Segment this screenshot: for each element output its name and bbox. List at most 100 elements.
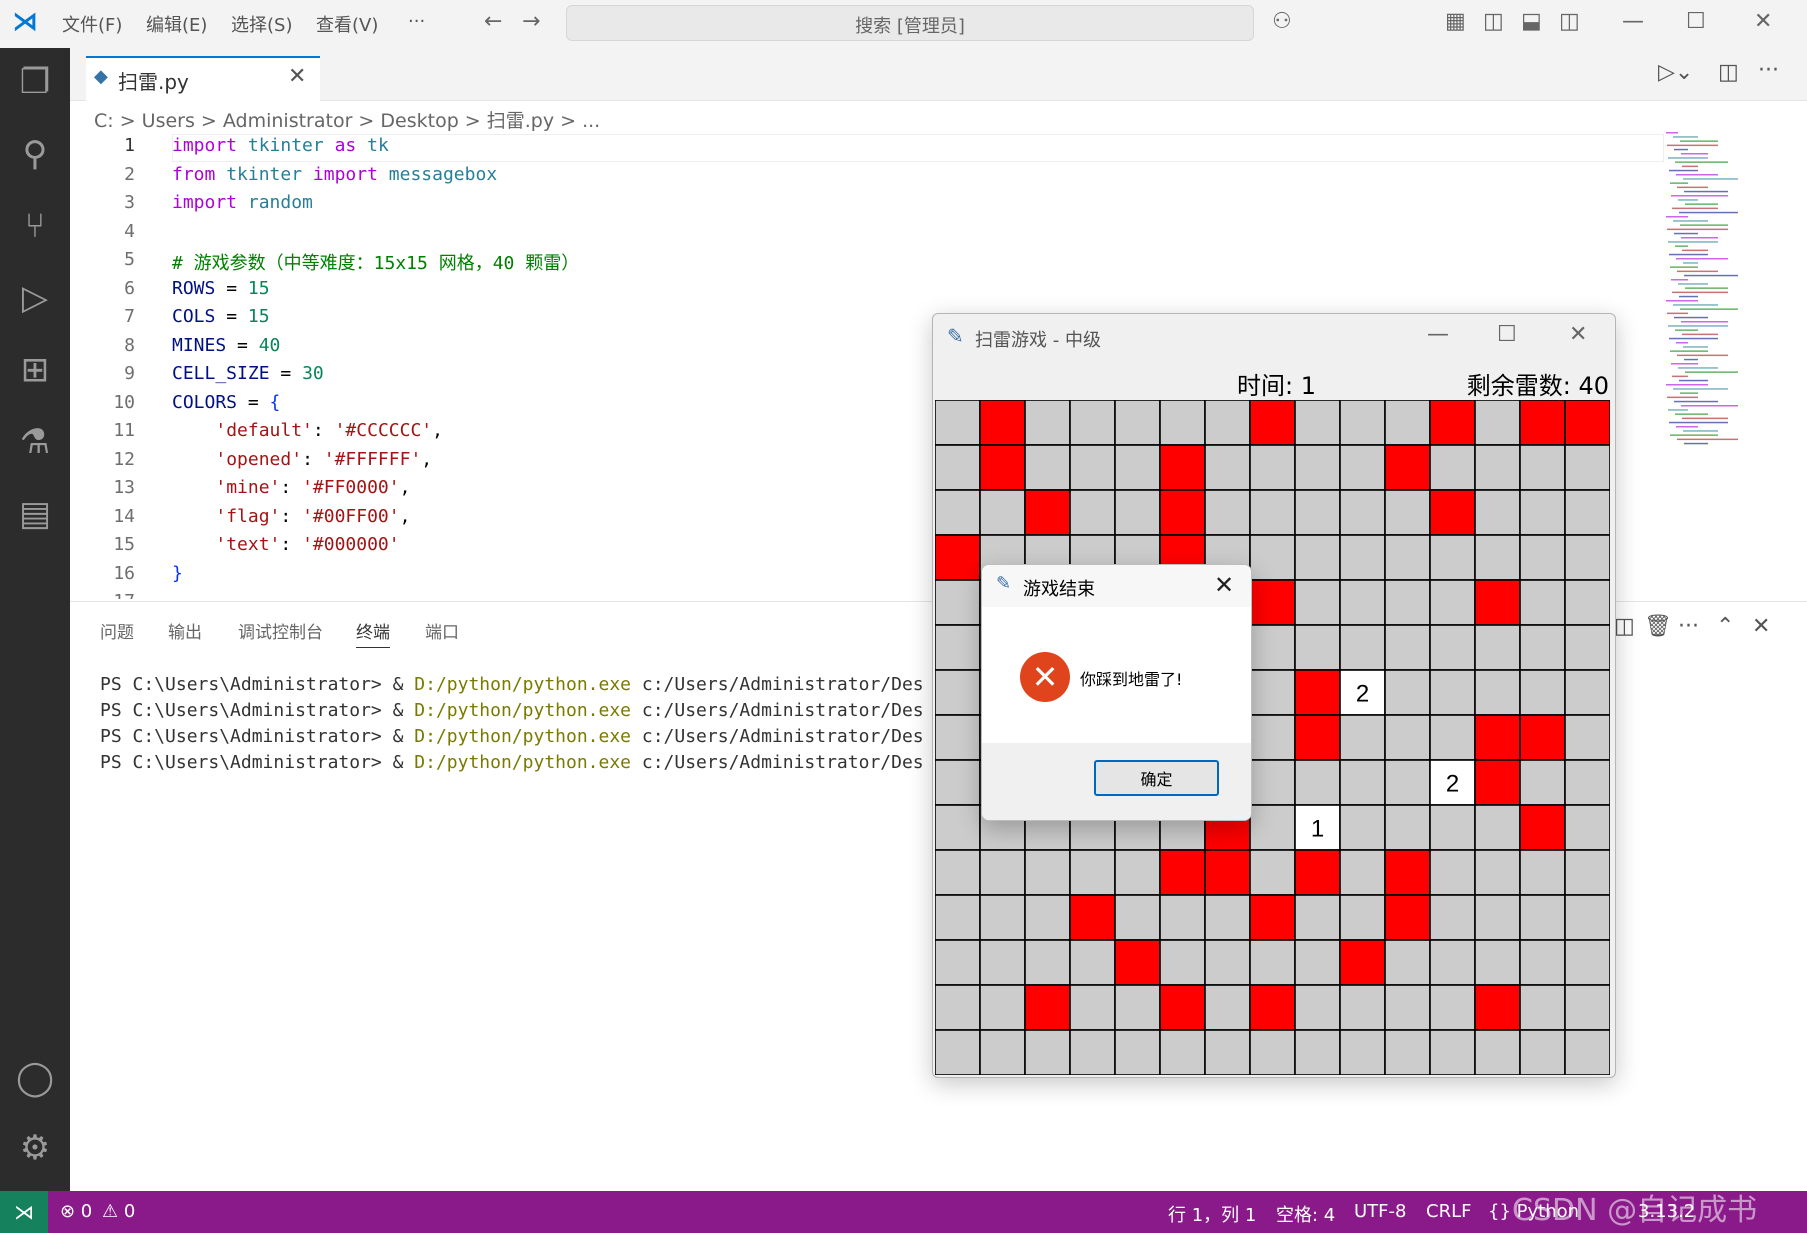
board-cell[interactable] bbox=[1294, 400, 1341, 446]
board-cell[interactable] bbox=[1159, 1029, 1206, 1075]
board-cell[interactable] bbox=[1564, 624, 1610, 671]
mine-cell[interactable] bbox=[1564, 400, 1610, 446]
board-cell[interactable] bbox=[1024, 939, 1071, 986]
mine-cell[interactable] bbox=[1339, 939, 1386, 986]
mine-cell[interactable] bbox=[1294, 849, 1341, 896]
mine-cell[interactable] bbox=[1249, 894, 1296, 941]
board-cell[interactable] bbox=[1249, 849, 1296, 896]
menu-file[interactable]: 文件(F) bbox=[62, 11, 122, 37]
more-actions-icon[interactable]: ··· bbox=[1758, 58, 1779, 83]
board-cell[interactable] bbox=[1564, 849, 1610, 896]
mine-cell[interactable] bbox=[1024, 489, 1071, 536]
board-cell[interactable] bbox=[1339, 534, 1386, 581]
board-cell[interactable] bbox=[1114, 1029, 1161, 1075]
board-cell[interactable] bbox=[1024, 1029, 1071, 1075]
back-arrow-icon[interactable]: ← bbox=[484, 9, 502, 34]
board-cell[interactable] bbox=[1249, 1029, 1296, 1075]
mine-cell[interactable] bbox=[1159, 444, 1206, 491]
mine-cell[interactable] bbox=[1474, 579, 1521, 626]
encoding[interactable]: UTF-8 bbox=[1354, 1201, 1406, 1222]
board-cell[interactable] bbox=[1204, 489, 1251, 536]
board-cell[interactable] bbox=[1204, 1029, 1251, 1075]
menu-selection[interactable]: 选择(S) bbox=[231, 11, 292, 37]
board-cell[interactable] bbox=[1564, 804, 1610, 851]
board-cell[interactable] bbox=[1384, 804, 1431, 851]
forward-arrow-icon[interactable]: → bbox=[522, 9, 540, 34]
board-cell[interactable] bbox=[1519, 669, 1566, 716]
board-cell[interactable] bbox=[1474, 624, 1521, 671]
mine-cell[interactable] bbox=[1069, 894, 1116, 941]
board-cell[interactable] bbox=[1429, 804, 1476, 851]
board-cell[interactable] bbox=[1339, 444, 1386, 491]
maximize-icon[interactable]: ☐ bbox=[1686, 9, 1706, 34]
ok-button[interactable]: 确定 bbox=[1094, 760, 1219, 796]
mine-cell[interactable] bbox=[1519, 400, 1566, 446]
mine-cell[interactable] bbox=[935, 534, 981, 581]
board-cell[interactable] bbox=[1384, 939, 1431, 986]
board-cell[interactable] bbox=[935, 400, 981, 446]
board-cell[interactable] bbox=[1564, 1029, 1610, 1075]
board-cell[interactable] bbox=[1339, 489, 1386, 536]
board-cell[interactable] bbox=[1564, 984, 1610, 1031]
board-cell[interactable] bbox=[1429, 939, 1476, 986]
board-cell[interactable] bbox=[1564, 534, 1610, 581]
board-cell[interactable] bbox=[979, 849, 1026, 896]
board-cell[interactable] bbox=[935, 849, 981, 896]
mine-cell[interactable] bbox=[1159, 984, 1206, 1031]
board-cell[interactable] bbox=[1294, 1029, 1341, 1075]
board-cell[interactable] bbox=[1384, 579, 1431, 626]
board-cell[interactable] bbox=[1384, 1029, 1431, 1075]
board-cell[interactable] bbox=[1204, 444, 1251, 491]
board-cell[interactable] bbox=[1429, 444, 1476, 491]
board-cell[interactable] bbox=[1474, 534, 1521, 581]
board-cell[interactable] bbox=[1564, 714, 1610, 761]
indentation[interactable]: 空格: 4 bbox=[1276, 1201, 1335, 1227]
mine-cell[interactable] bbox=[1474, 984, 1521, 1031]
board-cell[interactable] bbox=[1294, 534, 1341, 581]
board-cell[interactable] bbox=[1384, 489, 1431, 536]
board-cell[interactable] bbox=[1339, 804, 1386, 851]
board-cell[interactable] bbox=[1339, 400, 1386, 446]
board-cell[interactable] bbox=[935, 579, 981, 626]
mine-cell[interactable] bbox=[1519, 714, 1566, 761]
board-cell[interactable] bbox=[1069, 1029, 1116, 1075]
board-cell[interactable] bbox=[979, 894, 1026, 941]
board-cell[interactable] bbox=[979, 489, 1026, 536]
board-cell[interactable] bbox=[1249, 534, 1296, 581]
board-cell[interactable] bbox=[1159, 894, 1206, 941]
board-cell[interactable] bbox=[1069, 849, 1116, 896]
mine-cell[interactable] bbox=[1384, 849, 1431, 896]
board-cell[interactable] bbox=[935, 714, 981, 761]
board-cell[interactable] bbox=[935, 894, 981, 941]
board-cell[interactable] bbox=[1249, 939, 1296, 986]
board-cell[interactable] bbox=[979, 1029, 1026, 1075]
tab-problems[interactable]: 问题 bbox=[100, 618, 134, 643]
board-cell[interactable] bbox=[1294, 759, 1341, 806]
board-cell[interactable] bbox=[979, 984, 1026, 1031]
board-cell[interactable] bbox=[1429, 984, 1476, 1031]
mine-cell[interactable] bbox=[1519, 804, 1566, 851]
mine-cell[interactable] bbox=[1249, 579, 1296, 626]
tab-ports[interactable]: 端口 bbox=[425, 618, 459, 643]
layout-customize-icon[interactable]: ▦ bbox=[1445, 9, 1466, 34]
board-cell[interactable] bbox=[1114, 400, 1161, 446]
board-cell[interactable] bbox=[935, 759, 981, 806]
kill-terminal-icon[interactable]: 🗑 bbox=[1644, 614, 1672, 639]
board-cell[interactable] bbox=[1474, 939, 1521, 986]
board-cell[interactable] bbox=[1294, 579, 1341, 626]
board-cell[interactable] bbox=[1519, 444, 1566, 491]
menu-view[interactable]: 查看(V) bbox=[316, 11, 378, 37]
board-cell[interactable] bbox=[1384, 624, 1431, 671]
board-cell[interactable] bbox=[1564, 444, 1610, 491]
board-cell[interactable] bbox=[1429, 624, 1476, 671]
board-cell[interactable] bbox=[935, 489, 981, 536]
mine-cell[interactable] bbox=[1024, 984, 1071, 1031]
extensions-icon[interactable]: ⊞ bbox=[0, 350, 70, 390]
board-cell[interactable] bbox=[1564, 669, 1610, 716]
board-cell[interactable] bbox=[1114, 849, 1161, 896]
board-cell[interactable] bbox=[1249, 489, 1296, 536]
board-cell[interactable] bbox=[1339, 849, 1386, 896]
board-cell[interactable] bbox=[1474, 894, 1521, 941]
board-cell[interactable] bbox=[1339, 894, 1386, 941]
account-icon[interactable]: ◯ bbox=[0, 1058, 70, 1098]
